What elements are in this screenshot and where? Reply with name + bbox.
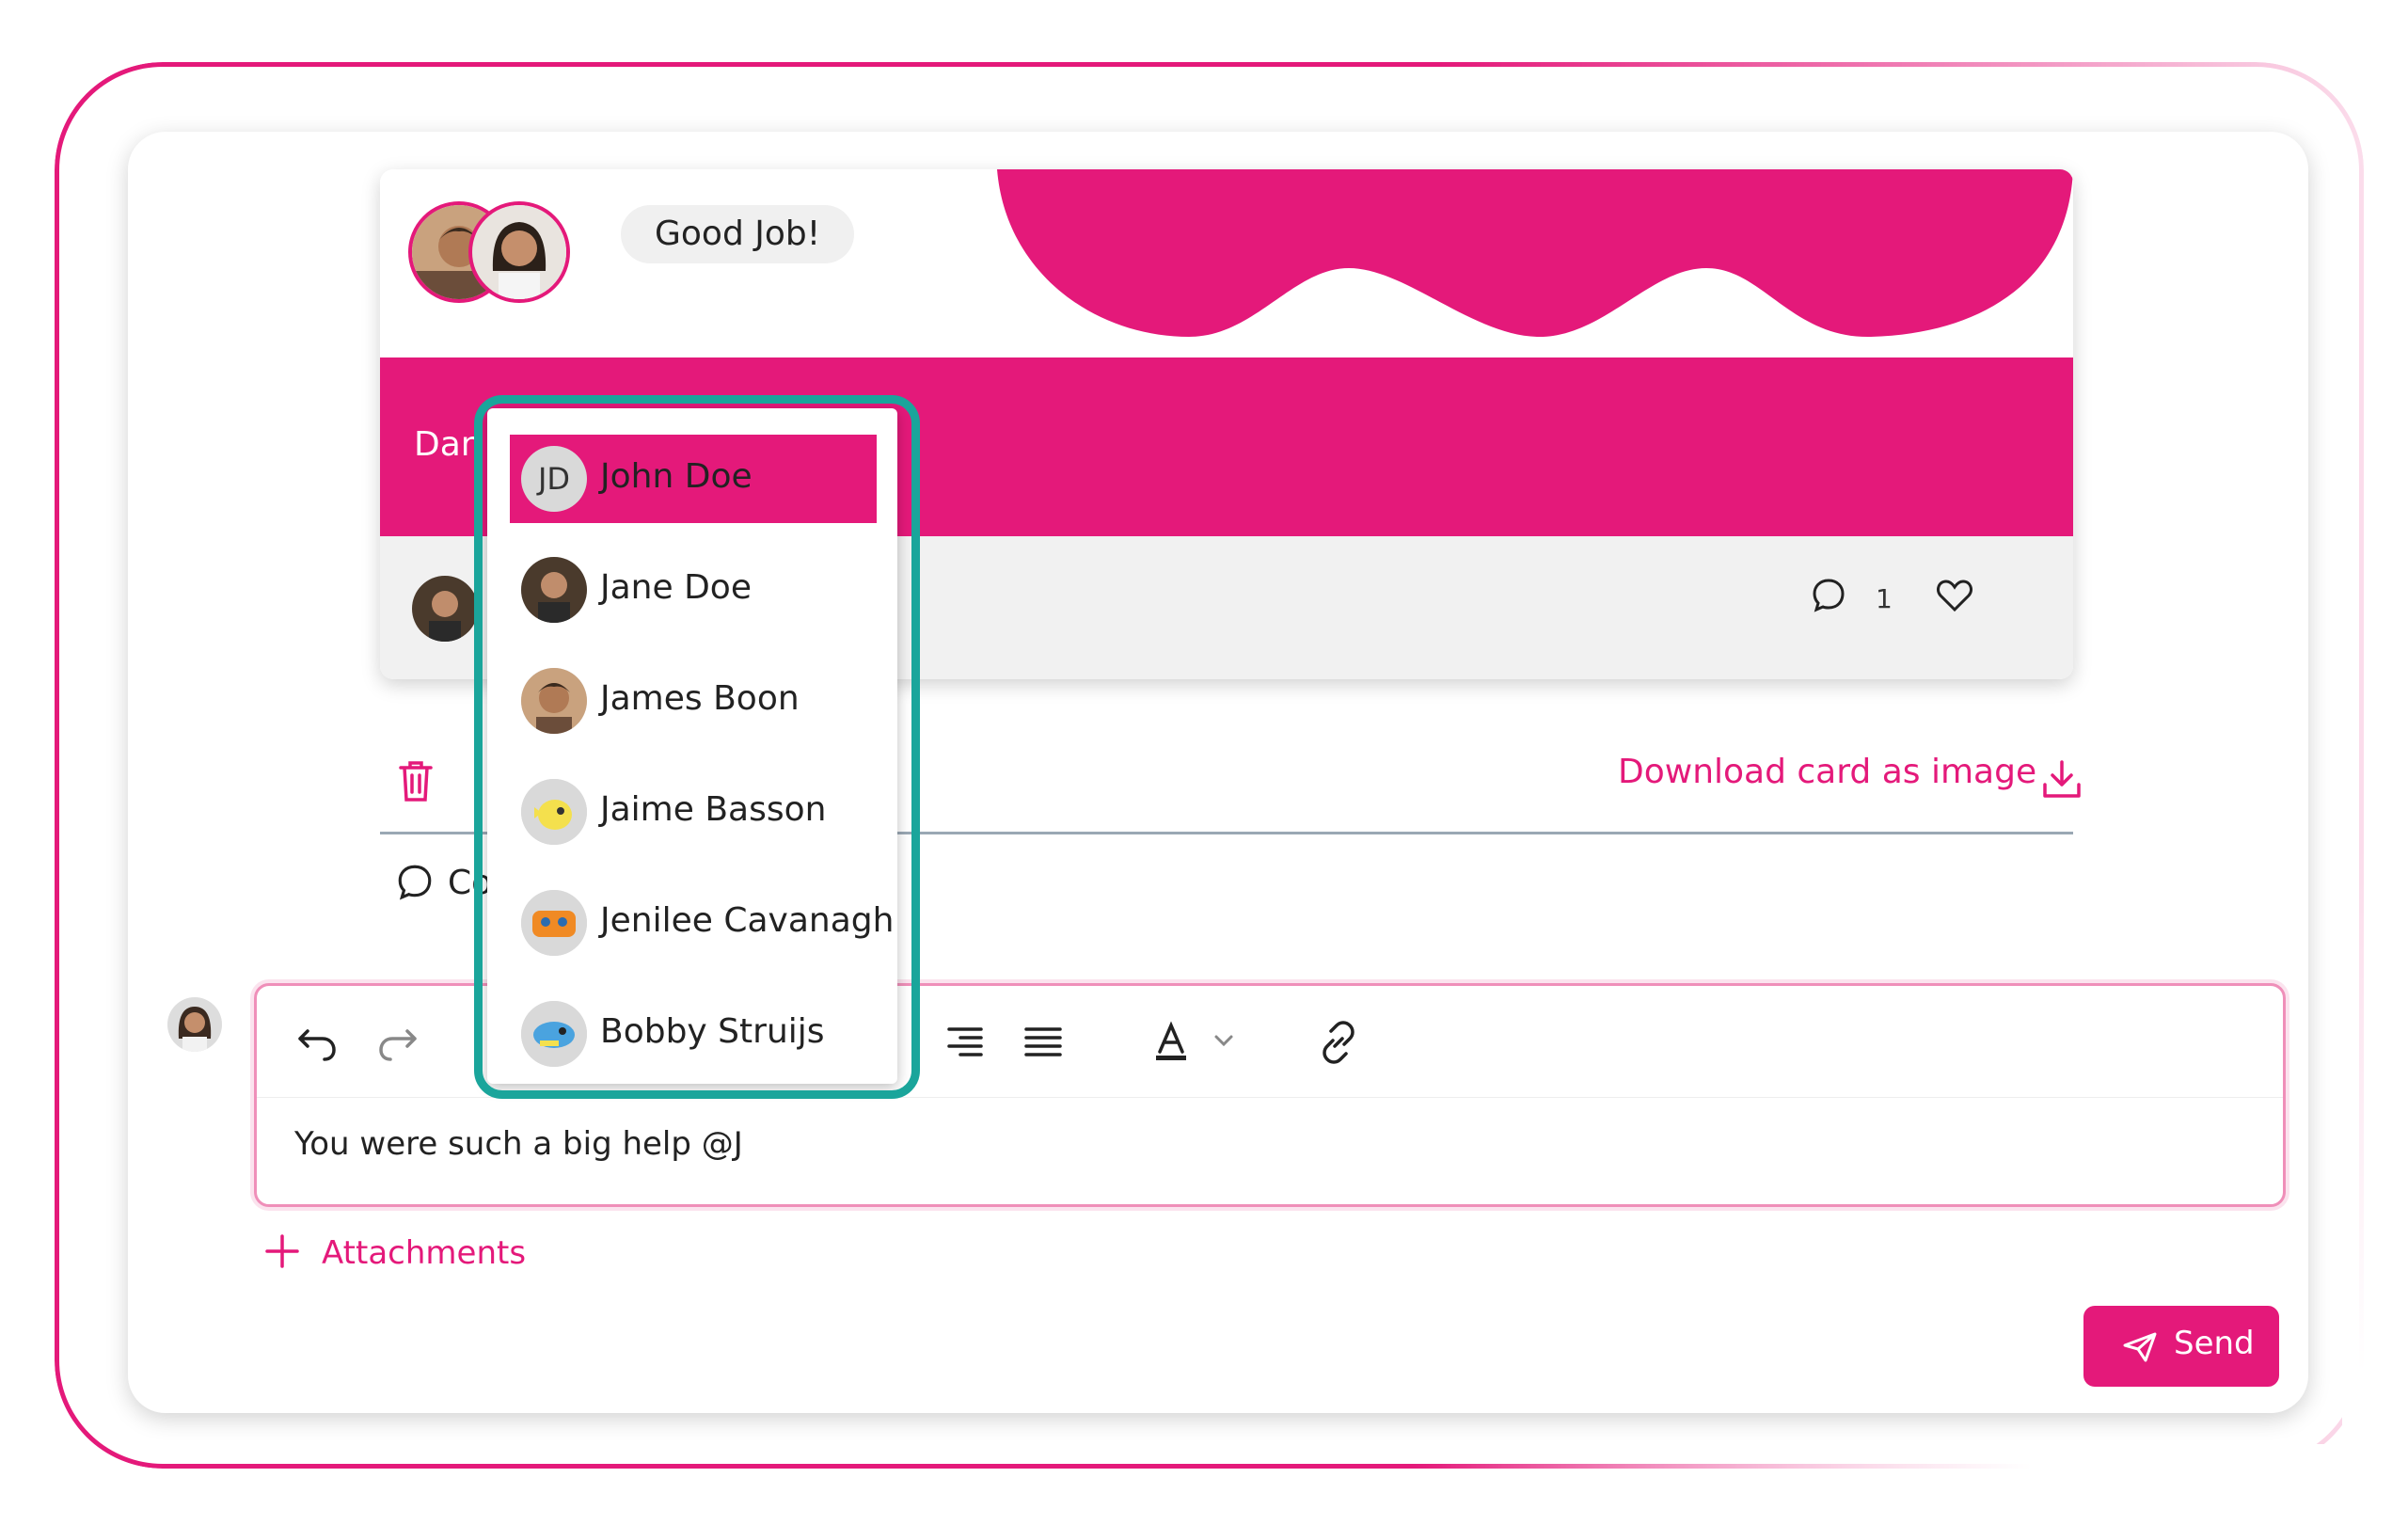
card-message-text: Dan (414, 425, 483, 464)
frame-fade-right (2342, 847, 2380, 1505)
send-icon (2123, 1332, 2157, 1362)
align-right-icon[interactable] (942, 1020, 987, 1065)
redo-icon[interactable] (375, 1020, 420, 1065)
current-user-avatar (167, 997, 222, 1052)
text-color-icon[interactable] (1150, 1020, 1235, 1065)
comments-icon (398, 865, 432, 900)
heart-icon[interactable] (1936, 578, 1973, 613)
card-tag: Good Job! (621, 205, 855, 263)
author-avatar (412, 576, 478, 642)
undo-icon[interactable] (294, 1020, 340, 1065)
download-icon[interactable] (2041, 758, 2083, 800)
receiver-avatar (468, 201, 570, 303)
add-attachment-icon[interactable] (263, 1232, 301, 1270)
frame-fade (1411, 1444, 2408, 1482)
comment-icon[interactable] (1810, 576, 1847, 613)
highlight-outline (474, 395, 920, 1099)
attachments-button[interactable]: Attachments (322, 1234, 526, 1272)
link-icon[interactable] (1316, 1020, 1361, 1065)
card-header: Good Job! (380, 169, 2073, 357)
editor-content[interactable]: You were such a big help @J (294, 1125, 743, 1163)
send-button[interactable]: Send (2083, 1306, 2279, 1387)
download-card-link[interactable]: Download card as image (1618, 753, 2036, 791)
trash-icon[interactable] (395, 758, 436, 803)
card-decoration (997, 169, 2073, 338)
comment-count: 1 (1876, 583, 1893, 614)
send-label: Send (2174, 1325, 2255, 1362)
justify-icon[interactable] (1021, 1020, 1066, 1065)
